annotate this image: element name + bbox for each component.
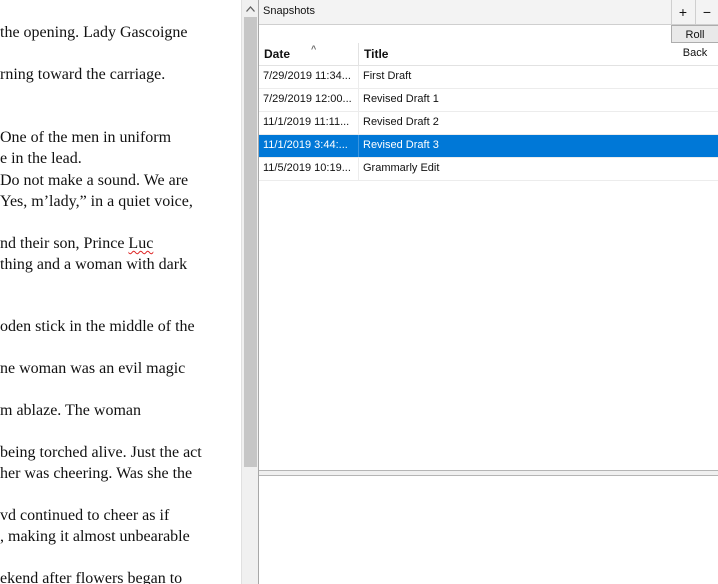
cell-separator [358,112,359,134]
panel-title: Snapshots [263,5,315,17]
snapshots-header: Snapshots + − [259,0,718,25]
snapshot-title: Revised Draft 2 [363,116,439,128]
column-header-title[interactable]: Title [364,47,388,61]
text-line: m ablaze. The woman [0,402,141,419]
snapshots-panel: Snapshots + − Roll Back Date ^ Title 7/2… [258,0,718,584]
snapshot-preview-area[interactable] [259,476,718,584]
table-header: Date ^ Title [259,43,718,66]
column-header-date[interactable]: Date ^ [264,44,316,61]
snapshot-date: 11/1/2019 3:44:... [263,139,348,151]
snapshot-title: Revised Draft 1 [363,93,439,105]
text-line: Yes, m’lady,” in a quiet voice, [0,193,193,210]
scroll-up-arrow-icon[interactable] [242,0,259,17]
cell-separator [358,135,359,157]
table-row[interactable]: 11/1/2019 11:11... Revised Draft 2 [259,112,718,135]
text-line: oden stick in the middle of the [0,318,195,335]
roll-back-button[interactable]: Roll Back [671,25,718,59]
cell-separator [358,89,359,111]
text-line: ekend after flowers began to [0,570,183,584]
misspelled-word[interactable]: Luc [128,235,153,252]
cell-separator [358,66,359,88]
text-line-spellcheck: nd their son, Prince Luc [0,235,154,252]
snapshot-date: 11/1/2019 11:11... [263,116,350,128]
editor-scrollbar[interactable] [241,0,259,584]
snapshot-date: 7/29/2019 11:34... [263,70,351,82]
text-line: the opening. Lady Gascoigne [0,24,188,41]
text-line: her was cheering. Was she the [0,465,193,482]
table-row[interactable]: 7/29/2019 11:34... First Draft [259,66,718,89]
cell-separator [358,158,359,180]
text-line: , making it almost unbearable [0,528,190,545]
column-separator[interactable] [358,43,359,65]
snapshot-title: First Draft [363,70,412,82]
snapshots-table: Date ^ Title 7/29/2019 11:34... First Dr… [259,43,718,181]
text-line: e in the lead. [0,150,82,167]
table-row[interactable]: 11/1/2019 3:44:... Revised Draft 3 [259,135,718,158]
snapshot-date: 11/5/2019 10:19... [263,162,351,174]
text-line: One of the men in uniform [0,129,172,146]
sort-ascending-icon: ^ [311,44,317,54]
snapshot-rows: 7/29/2019 11:34... First Draft 7/29/2019… [259,66,718,181]
table-row[interactable]: 7/29/2019 12:00... Revised Draft 1 [259,89,718,112]
snapshot-date: 7/29/2019 12:00... [263,93,352,105]
column-header-date-label: Date [264,47,291,61]
add-snapshot-button[interactable]: + [671,0,694,24]
scrollbar-thumb[interactable] [244,17,257,467]
manuscript-editor[interactable]: the opening. Lady Gascoigne rning toward… [0,0,241,584]
text-line: vd continued to cheer as if [0,507,170,524]
text-line: rning toward the carriage. [0,66,166,83]
table-row[interactable]: 11/5/2019 10:19... Grammarly Edit [259,158,718,181]
text-line: ne woman was an evil magic [0,360,186,377]
text-line: being torched alive. Just the act [0,444,202,461]
snapshot-title: Revised Draft 3 [363,139,439,151]
snapshot-title: Grammarly Edit [363,162,440,174]
editor-text-area[interactable]: the opening. Lady Gascoigne rning toward… [0,0,241,584]
text-line: thing and a woman with dark [0,256,188,273]
text-line: Do not make a sound. We are [0,172,189,189]
remove-snapshot-button[interactable]: − [695,0,718,24]
